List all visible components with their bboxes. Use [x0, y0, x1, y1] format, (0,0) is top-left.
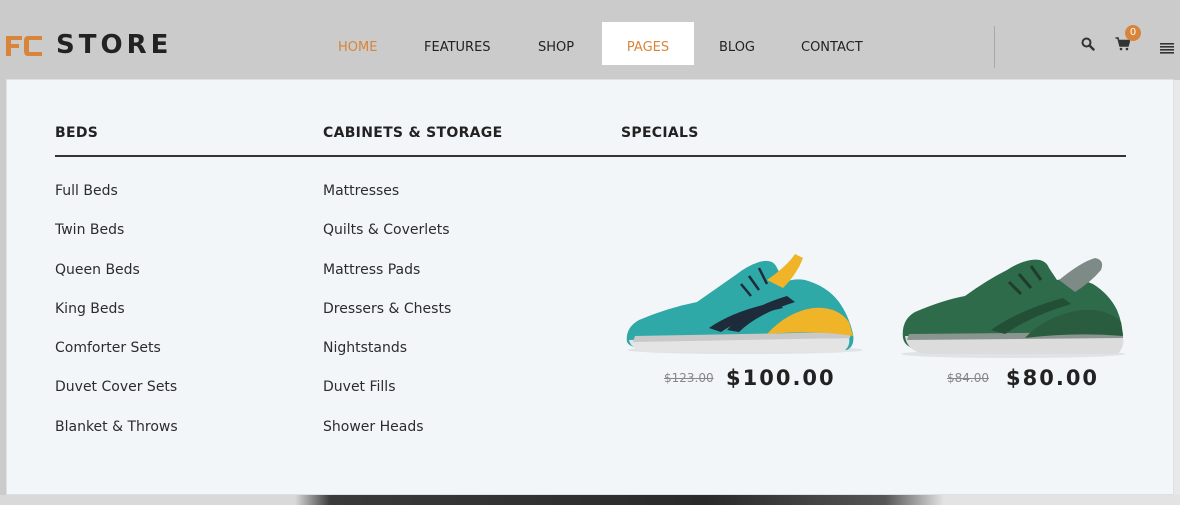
menu-item-duvet-fills[interactable]: Duvet Fills [323, 378, 451, 417]
fc-logo-icon [4, 32, 44, 58]
pages-mega-menu: BEDS CABINETS & STORAGE SPECIALS Full Be… [6, 79, 1174, 495]
menu-item-blanket-throws[interactable]: Blanket & Throws [55, 418, 178, 457]
cabinets-storage-heading: CABINETS & STORAGE [323, 125, 503, 141]
search-icon[interactable] [1081, 36, 1095, 55]
logo-text: STORE [56, 30, 173, 60]
menu-item-dressers-chests[interactable]: Dressers & Chests [323, 300, 451, 339]
menu-item-duvet-cover-sets[interactable]: Duvet Cover Sets [55, 378, 178, 417]
menu-item-quilts-coverlets[interactable]: Quilts & Coverlets [323, 221, 451, 260]
teal-sneaker-image[interactable] [617, 250, 867, 360]
hamburger-menu-icon[interactable] [1160, 39, 1174, 58]
cart-count-badge: 0 [1125, 25, 1141, 41]
menu-item-shower-heads[interactable]: Shower Heads [323, 418, 451, 457]
nav-contact[interactable]: CONTACT [801, 22, 863, 65]
background-hero-strip [0, 495, 1180, 505]
nav-features[interactable]: FEATURES [424, 22, 491, 65]
header-divider [994, 26, 995, 68]
site-header: STORE HOME FEATURES SHOP PAGES BLOG CONT… [0, 0, 1180, 80]
heading-divider [55, 155, 1126, 157]
menu-item-nightstands[interactable]: Nightstands [323, 339, 451, 378]
specials-heading: SPECIALS [621, 125, 699, 141]
menu-item-twin-beds[interactable]: Twin Beds [55, 221, 178, 260]
nav-home[interactable]: HOME [338, 22, 377, 65]
menu-item-mattress-pads[interactable]: Mattress Pads [323, 261, 451, 300]
logo[interactable]: STORE [4, 32, 172, 58]
nav-blog[interactable]: BLOG [719, 22, 755, 65]
nav-shop[interactable]: SHOP [538, 22, 574, 65]
background-right [1174, 80, 1180, 505]
cabinets-storage-list: Mattresses Quilts & Coverlets Mattress P… [323, 182, 451, 457]
menu-item-mattresses[interactable]: Mattresses [323, 182, 451, 221]
menu-item-comforter-sets[interactable]: Comforter Sets [55, 339, 178, 378]
nav-pages[interactable]: PAGES [602, 22, 694, 65]
beds-list: Full Beds Twin Beds Queen Beds King Beds… [55, 182, 178, 457]
green-sneaker-image[interactable] [895, 250, 1135, 360]
product-2-price: $80.00 [1006, 366, 1100, 390]
beds-heading: BEDS [55, 125, 99, 141]
menu-item-king-beds[interactable]: King Beds [55, 300, 178, 339]
product-1-price: $100.00 [726, 366, 836, 390]
product-1-old-price: $123.00 [664, 371, 714, 385]
menu-item-queen-beds[interactable]: Queen Beds [55, 261, 178, 300]
product-2-old-price: $84.00 [947, 371, 989, 385]
menu-item-full-beds[interactable]: Full Beds [55, 182, 178, 221]
